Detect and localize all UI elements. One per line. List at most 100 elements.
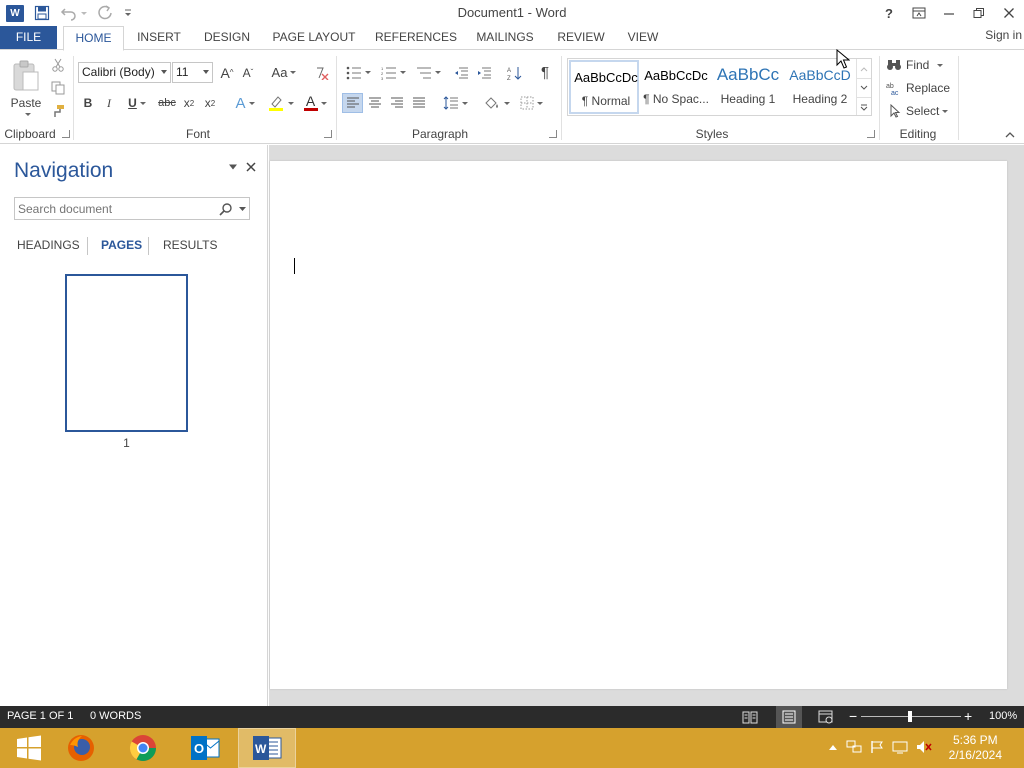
replace-button[interactable]: ab ac Replace — [886, 79, 950, 97]
web-layout-icon[interactable] — [818, 710, 834, 724]
svg-text:W: W — [255, 742, 267, 756]
word-count[interactable]: 0 WORDS — [90, 710, 141, 722]
collapse-ribbon-icon[interactable] — [1002, 128, 1018, 140]
shrink-font-button[interactable]: Aˇ — [239, 62, 257, 83]
tab-mailings[interactable]: MAILINGS — [470, 26, 540, 50]
paste-button[interactable]: Paste — [6, 56, 46, 120]
text-effects-button[interactable]: A — [231, 93, 259, 113]
styles-scroll-up-icon[interactable] — [856, 59, 871, 78]
pane-close-icon[interactable] — [246, 162, 256, 172]
show-hidden-icons-icon[interactable] — [828, 743, 838, 751]
zoom-slider-thumb[interactable] — [908, 711, 912, 722]
volume-muted-icon[interactable] — [916, 740, 932, 754]
paragraph-dialog-launcher-icon[interactable] — [549, 130, 557, 138]
underline-button[interactable]: U — [123, 93, 151, 113]
document-area — [269, 145, 1024, 706]
subscript-button[interactable]: x2 — [180, 93, 198, 113]
align-right-button[interactable] — [386, 93, 407, 113]
help-icon[interactable]: ? — [874, 1, 904, 25]
line-spacing-button[interactable] — [440, 93, 470, 113]
format-painter-icon[interactable] — [49, 102, 67, 120]
styles-dialog-launcher-icon[interactable] — [867, 130, 875, 138]
find-button[interactable]: Find — [886, 56, 944, 74]
tab-design[interactable]: DESIGN — [198, 26, 256, 50]
font-name-box[interactable]: Calibri (Body) — [78, 62, 171, 83]
document-page[interactable] — [270, 161, 1007, 689]
minimize-icon[interactable] — [934, 1, 964, 25]
align-left-button[interactable] — [342, 93, 363, 113]
page-count[interactable]: PAGE 1 OF 1 — [7, 710, 73, 722]
styles-scroll-down-icon[interactable] — [856, 78, 871, 97]
tab-page-layout[interactable]: PAGE LAYOUT — [268, 26, 360, 50]
tab-review[interactable]: REVIEW — [553, 26, 609, 50]
tab-headings[interactable]: HEADINGS — [17, 238, 80, 252]
search-input[interactable] — [15, 198, 215, 219]
pane-options-icon[interactable] — [228, 164, 238, 170]
clear-formatting-icon[interactable] — [310, 62, 332, 83]
select-button[interactable]: Select — [886, 102, 949, 120]
font-dialog-launcher-icon[interactable] — [324, 130, 332, 138]
tab-pages[interactable]: PAGES — [101, 238, 142, 252]
restore-icon[interactable] — [964, 1, 994, 25]
bullets-button[interactable] — [342, 62, 374, 83]
word-icon[interactable]: W — [238, 728, 296, 768]
align-center-button[interactable] — [364, 93, 385, 113]
show-formatting-marks-button[interactable]: ¶ — [535, 62, 555, 83]
bold-button[interactable]: B — [80, 93, 96, 113]
change-case-button[interactable]: Aa — [268, 62, 300, 83]
zoom-level[interactable]: 100% — [989, 710, 1017, 722]
print-layout-icon[interactable] — [776, 706, 802, 728]
justify-button[interactable] — [408, 93, 429, 113]
strikethrough-button[interactable]: abc — [157, 93, 177, 113]
italic-button[interactable]: I — [101, 93, 117, 113]
cut-icon[interactable] — [49, 56, 67, 74]
superscript-button[interactable]: x2 — [201, 93, 219, 113]
tab-references[interactable]: REFERENCES — [374, 26, 458, 50]
styles-more-icon[interactable] — [856, 97, 871, 115]
page-thumbnail[interactable] — [65, 274, 188, 432]
chevron-down-icon — [161, 70, 167, 74]
style-sample: AaBbCcD — [789, 67, 851, 83]
zoom-out-button[interactable]: − — [849, 708, 857, 724]
tab-home[interactable]: HOME — [63, 26, 124, 51]
clipboard-dialog-launcher-icon[interactable] — [62, 130, 70, 138]
font-color-button[interactable]: A — [299, 93, 331, 113]
borders-button[interactable] — [515, 93, 547, 113]
numbering-button[interactable]: 123 — [377, 62, 409, 83]
shading-button[interactable] — [480, 93, 512, 113]
search-options-icon[interactable] — [239, 207, 246, 212]
ribbon: Paste Clipboard Calibri (Body) 11 A ^ Aˇ … — [0, 49, 1024, 144]
ribbon-display-options-icon[interactable] — [904, 1, 934, 25]
firefox-icon[interactable] — [52, 728, 110, 768]
highlight-button[interactable] — [264, 93, 296, 113]
style-heading-1[interactable]: AaBbCc Heading 1 — [713, 60, 783, 114]
style-normal[interactable]: AaBbCcDc ¶ Normal — [569, 60, 639, 114]
read-mode-icon[interactable] — [742, 710, 758, 724]
tab-insert[interactable]: INSERT — [132, 26, 186, 50]
outlook-icon[interactable]: O — [176, 728, 234, 768]
multilevel-list-button[interactable] — [412, 62, 444, 83]
windows-start-icon[interactable] — [0, 728, 58, 768]
clock[interactable]: 5:36 PM 2/16/2024 — [949, 733, 1002, 763]
search-icon[interactable] — [219, 202, 233, 216]
copy-icon[interactable] — [49, 79, 67, 97]
increase-indent-icon[interactable] — [474, 62, 494, 83]
tab-view[interactable]: VIEW — [622, 26, 664, 50]
sign-in-link[interactable]: Sign in — [985, 28, 1022, 42]
zoom-in-button[interactable]: + — [964, 708, 972, 724]
sort-icon[interactable]: AZ — [505, 62, 525, 83]
align-right-icon — [390, 97, 403, 108]
tab-file[interactable]: FILE — [0, 26, 57, 50]
grow-font-button[interactable]: A ^ — [218, 62, 236, 83]
display-icon[interactable] — [892, 740, 908, 754]
action-center-flag-icon[interactable] — [870, 740, 884, 754]
font-color-label: A — [305, 93, 316, 109]
change-case-label: Aa — [271, 65, 288, 80]
style-no-spacing[interactable]: AaBbCcDc ¶ No Spac... — [641, 60, 711, 114]
close-icon[interactable] — [994, 1, 1024, 25]
font-size-box[interactable]: 11 — [172, 62, 213, 83]
tab-results[interactable]: RESULTS — [163, 238, 217, 252]
network-icon[interactable] — [846, 740, 862, 754]
decrease-indent-icon[interactable] — [451, 62, 471, 83]
chrome-icon[interactable] — [114, 728, 172, 768]
